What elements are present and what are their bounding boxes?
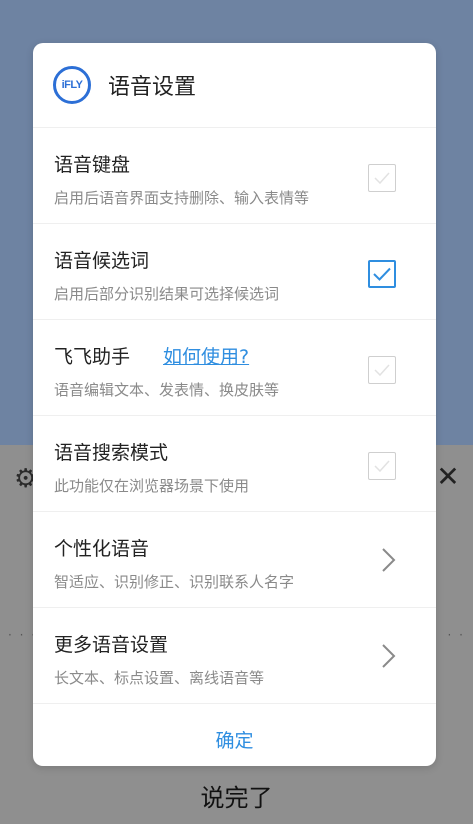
setting-description: 此功能仅在浏览器场景下使用 bbox=[54, 477, 250, 495]
dialog-header: iFLY 语音设置 bbox=[33, 43, 436, 128]
setting-description: 智适应、识别修正、识别联系人名字 bbox=[54, 573, 295, 591]
dialog-footer: 确定 bbox=[33, 704, 436, 766]
setting-row-voice-search-mode[interactable]: 语音搜索模式 此功能仅在浏览器场景下使用 bbox=[33, 416, 436, 512]
check-icon bbox=[374, 364, 390, 376]
voice-search-mode-checkbox[interactable] bbox=[368, 452, 396, 480]
setting-description: 长文本、标点设置、离线语音等 bbox=[54, 669, 265, 687]
done-speaking-button[interactable]: 说完了 bbox=[0, 778, 473, 813]
setting-title: 语音键盘 bbox=[54, 154, 131, 176]
voice-settings-dialog: iFLY 语音设置 语音键盘 启用后语音界面支持删除、输入表情等 语音候选词 启… bbox=[33, 43, 436, 766]
setting-title: 飞飞助手 bbox=[54, 346, 131, 368]
setting-description: 启用后语音界面支持删除、输入表情等 bbox=[54, 189, 310, 207]
setting-row-voice-candidates[interactable]: 语音候选词 启用后部分识别结果可选择候选词 bbox=[33, 224, 436, 320]
check-icon bbox=[374, 460, 390, 472]
setting-description: 语音编辑文本、发表情、换皮肤等 bbox=[54, 381, 280, 399]
setting-title: 更多语音设置 bbox=[54, 634, 169, 656]
chevron-right-icon bbox=[382, 644, 396, 668]
setting-title: 语音候选词 bbox=[54, 250, 150, 272]
confirm-button[interactable]: 确定 bbox=[215, 726, 253, 753]
setting-description: 启用后部分识别结果可选择候选词 bbox=[54, 285, 280, 303]
feifei-assistant-checkbox[interactable] bbox=[368, 356, 396, 384]
setting-row-more-voice-settings[interactable]: 更多语音设置 长文本、标点设置、离线语音等 bbox=[33, 608, 436, 704]
waveform-right: · · bbox=[447, 628, 465, 642]
check-icon bbox=[374, 172, 390, 184]
setting-row-voice-keyboard[interactable]: 语音键盘 启用后语音界面支持删除、输入表情等 bbox=[33, 128, 436, 224]
voice-candidates-checkbox[interactable] bbox=[368, 260, 396, 288]
setting-row-feifei-assistant[interactable]: 飞飞助手 如何使用? 语音编辑文本、发表情、换皮肤等 bbox=[33, 320, 436, 416]
dialog-title: 语音设置 bbox=[108, 75, 197, 100]
chevron-right-icon bbox=[382, 548, 396, 572]
setting-title: 语音搜索模式 bbox=[54, 442, 169, 464]
check-icon bbox=[373, 267, 391, 281]
close-icon[interactable]: ✕ bbox=[435, 463, 461, 491]
how-to-use-link[interactable]: 如何使用? bbox=[163, 342, 249, 369]
setting-title: 个性化语音 bbox=[54, 538, 150, 560]
voice-keyboard-checkbox[interactable] bbox=[368, 164, 396, 192]
setting-row-personalized-voice[interactable]: 个性化语音 智适应、识别修正、识别联系人名字 bbox=[33, 512, 436, 608]
ifly-logo-icon: iFLY bbox=[53, 66, 91, 104]
